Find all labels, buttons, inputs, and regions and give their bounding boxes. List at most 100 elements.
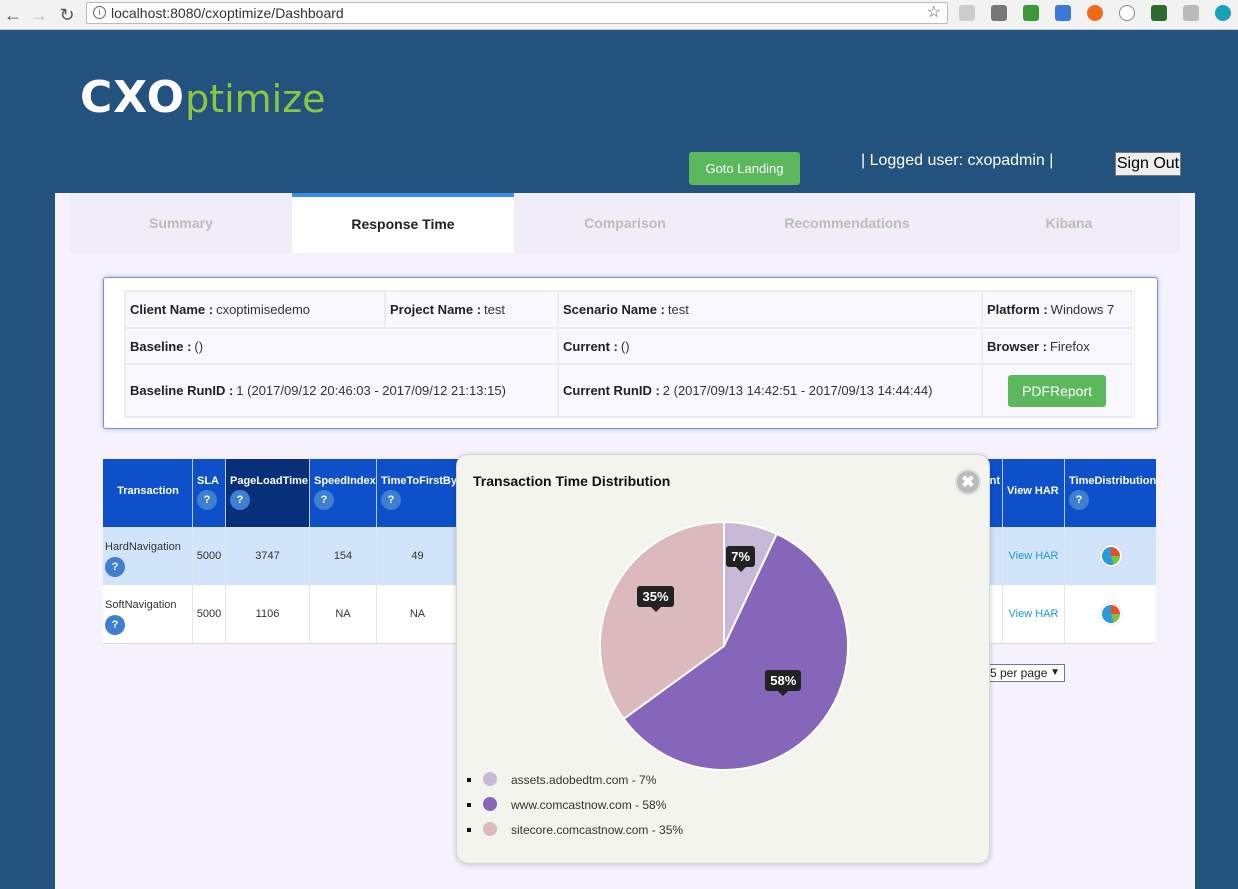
goto-landing-button[interactable]: Goto Landing [689, 152, 800, 185]
header-ttfb-label: TimeToFirstByt [381, 475, 459, 487]
address-bar[interactable]: i localhost:8080/cxoptimize/Dashboard ☆ [86, 2, 948, 24]
extension-icon[interactable] [959, 5, 975, 21]
project-name-value: test [484, 302, 506, 317]
row1-transaction: HardNavigation ? [103, 527, 193, 585]
pie-chart [599, 520, 849, 771]
reload-icon[interactable]: ↻ [56, 4, 78, 26]
per-page-value: 5 per page [990, 666, 1048, 680]
browser-value: Firefox [1049, 338, 1090, 354]
legend-item: www.comcastnow.com - 58% [467, 796, 683, 821]
project-name-label: Project Name : [390, 302, 482, 317]
row2-view-har-link[interactable]: View HAR [1009, 608, 1059, 620]
tab-response-time[interactable]: Response Time [292, 193, 514, 253]
browser-cell: Browser : Firefox [982, 328, 1132, 364]
legend-bullet [467, 803, 471, 807]
row1-speedindex: 154 [310, 527, 377, 585]
extension-icon[interactable] [1023, 5, 1039, 21]
header-pageload-label: PageLoadTime [230, 475, 309, 487]
per-page-select[interactable]: 5 per page ▼ [987, 664, 1065, 682]
browser-label: Browser : [987, 338, 1047, 354]
help-icon[interactable]: ? [105, 557, 125, 577]
bookmark-star-icon[interactable]: ☆ [927, 3, 941, 23]
pie-data-label: 7% [726, 545, 756, 572]
baseline-cell: Baseline :() [125, 328, 558, 364]
header-sla-label: SLA [197, 475, 219, 487]
logo-light-text: ptimize [185, 77, 326, 121]
pdf-report-button[interactable]: PDFReport [1008, 374, 1106, 407]
current-runid-cell: Current RunID :2 (2017/09/13 14:42:51 - … [558, 364, 982, 417]
row2-speedindex: NA [310, 585, 377, 643]
logged-user-label: | Logged user: cxopadmin | [861, 152, 1054, 169]
baseline-runid-value: 1 (2017/09/12 20:46:03 - 2017/09/12 21:1… [236, 383, 506, 398]
extension-icon[interactable] [1055, 5, 1071, 21]
help-icon[interactable]: ? [314, 490, 334, 510]
extension-icon[interactable] [1215, 5, 1231, 21]
app-logo: CXOptimize [80, 72, 326, 123]
scenario-name-value: test [667, 302, 689, 317]
header-transaction: Transaction [103, 459, 193, 527]
legend-bullet [467, 828, 471, 832]
tab-bar: Summary Response Time Comparison Recomme… [70, 193, 1180, 253]
tab-summary[interactable]: Summary [70, 193, 292, 253]
platform-value: Windows 7 [1050, 302, 1115, 317]
run-info-grid: Client Name : cxoptimisedemo Project Name… [124, 290, 1135, 418]
tab-recommendations[interactable]: Recommendations [736, 193, 958, 253]
current-cell: Current :() [558, 328, 982, 364]
legend-swatch [483, 797, 497, 811]
client-name-cell: Client Name : cxoptimisedemo [125, 291, 385, 328]
help-icon[interactable]: ? [230, 490, 250, 510]
pie-chart-icon[interactable] [1099, 545, 1122, 568]
header-pageload: PageLoadTime ? [226, 459, 310, 527]
help-icon[interactable]: ? [197, 490, 217, 510]
pie-chart-icon[interactable] [1099, 603, 1122, 626]
pie-legend: assets.adobedtm.com - 7% www.comcastnow.… [467, 771, 683, 846]
row2-view-har: View HAR [1003, 585, 1065, 643]
current-value: () [620, 338, 630, 354]
legend-item: sitecore.comcastnow.com - 35% [467, 821, 683, 846]
client-name-value: cxoptimisedemo [216, 302, 311, 317]
header-time-distribution-label: TimeDistribution [1069, 475, 1157, 487]
row1-pageload: 3747 [226, 527, 310, 585]
help-icon[interactable]: ? [381, 490, 401, 510]
platform-label: Platform : [987, 302, 1048, 317]
extension-icon[interactable] [991, 5, 1007, 21]
current-runid-label: Current RunID : [563, 383, 660, 398]
extension-icon[interactable] [1151, 5, 1167, 21]
back-icon[interactable]: ← [2, 4, 24, 26]
dropdown-arrow-icon: ▼ [1050, 667, 1060, 678]
browser-toolbar: ← → ↻ i localhost:8080/cxoptimize/Dashbo… [0, 0, 1238, 30]
help-icon[interactable]: ? [1069, 490, 1089, 510]
pie-data-label: 35% [637, 586, 674, 613]
legend-swatch [483, 822, 497, 836]
pie-data-label: 58% [765, 670, 802, 696]
header-hidden-tail: nt [989, 475, 1000, 487]
row1-sla: 5000 [193, 527, 226, 585]
row2-sla: 5000 [193, 585, 226, 643]
client-name-label: Client Name : [130, 302, 214, 317]
run-info-box: Client Name : cxoptimisedemo Project Name… [103, 277, 1158, 429]
row1-view-har-link[interactable]: View HAR [1009, 550, 1059, 562]
current-runid-value: 2 (2017/09/13 14:42:51 - 2017/09/13 14:4… [662, 383, 933, 398]
extension-icon[interactable] [1119, 5, 1135, 21]
scenario-name-cell: Scenario Name : test [558, 291, 982, 328]
row2-ttfb: NA [377, 585, 459, 643]
row2-time-distribution [1065, 585, 1156, 643]
help-icon[interactable]: ? [105, 615, 125, 635]
row2-transaction-name: SoftNavigation [105, 599, 177, 611]
pdf-report-cell: PDFReport [982, 364, 1132, 417]
sign-out-button[interactable]: Sign Out [1115, 152, 1181, 176]
extension-icon[interactable] [1087, 5, 1103, 21]
baseline-value: () [194, 338, 204, 354]
forward-icon[interactable]: → [28, 4, 50, 26]
site-info-icon[interactable]: i [93, 6, 106, 19]
time-distribution-popup: Transaction Time Distribution ✖ assets.a… [456, 454, 990, 864]
legend-label: www.comcastnow.com - 58% [511, 798, 667, 812]
legend-item: assets.adobedtm.com - 7% [467, 771, 683, 796]
tab-comparison[interactable]: Comparison [514, 193, 736, 253]
baseline-label: Baseline : [130, 338, 192, 354]
url-text: localhost:8080/cxoptimize/Dashboard [111, 5, 344, 21]
row1-ttfb: 49 [377, 527, 459, 585]
tab-kibana[interactable]: Kibana [958, 193, 1180, 253]
angular-icon[interactable] [1183, 5, 1199, 21]
header-time-distribution: TimeDistribution ? [1065, 459, 1156, 527]
